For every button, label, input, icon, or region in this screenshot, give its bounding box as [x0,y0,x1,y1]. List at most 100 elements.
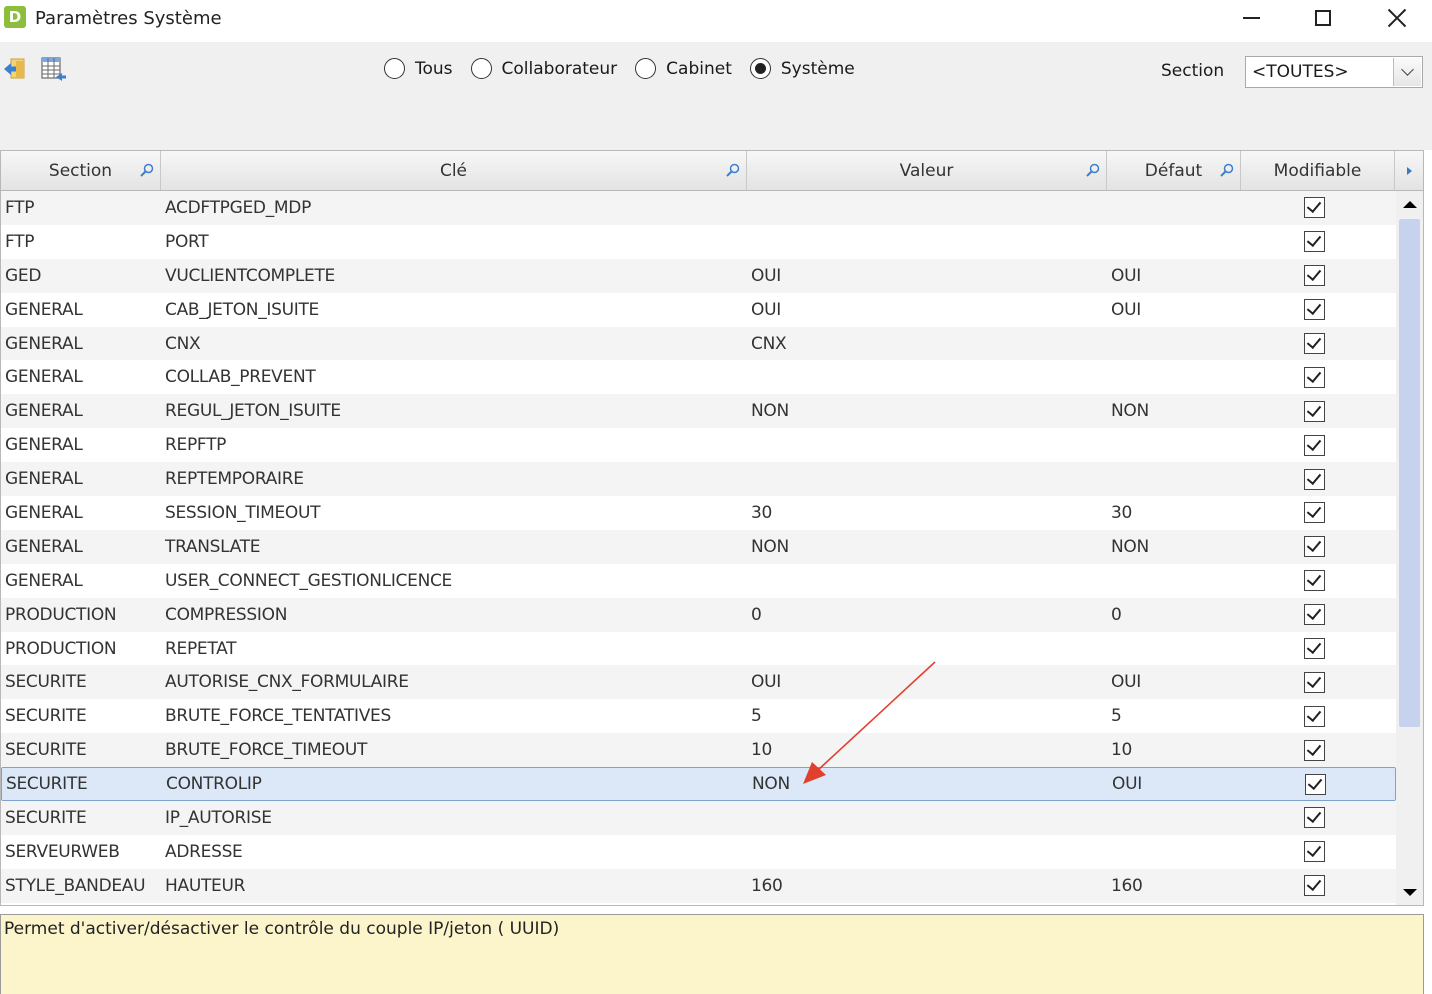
modifiable-checkbox[interactable] [1304,807,1325,829]
modifiable-checkbox[interactable] [1304,231,1325,253]
radio-tous[interactable]: Tous [384,58,453,79]
table-row[interactable]: SECURITE BRUTE_FORCE_TENTATIVES 5 5 [1,699,1396,734]
cell-cle: TRANSLATE [165,536,261,557]
cell-cle: AUTORISE_CNX_FORMULAIRE [165,672,409,693]
app-icon: D [4,6,26,28]
cell-cle: REPTEMPORAIRE [165,469,304,490]
dropdown-arrow-button[interactable] [1393,58,1421,86]
column-header-modifiable[interactable]: Modifiable [1241,151,1395,190]
radio-collaborateur[interactable]: Collaborateur [470,58,618,79]
cell-section: SECURITE [5,740,87,761]
modifiable-checkbox[interactable] [1304,299,1325,321]
cell-modifiable [1304,665,1325,699]
radio-button[interactable] [635,58,657,79]
column-header-cle[interactable]: Clé [161,151,747,190]
cell-modifiable [1304,225,1325,259]
table-row[interactable]: SECURITE IP_AUTORISE [1,801,1396,835]
cell-cle: VUCLIENTCOMPLETE [165,265,335,286]
section-dropdown-value: <TOUTES> [1252,62,1349,82]
table-row[interactable]: PRODUCTION COMPRESSION 0 0 [1,597,1396,632]
column-header-defaut[interactable]: Défaut [1107,151,1241,190]
window-title: Paramètres Système [35,8,222,29]
cell-modifiable [1304,327,1325,361]
cell-cle: COMPRESSION [165,604,288,625]
cell-cle: ACDFTPGED_MDP [165,197,312,218]
cell-cle: SESSION_TIMEOUT [165,502,321,523]
modifiable-checkbox[interactable] [1305,773,1326,795]
modifiable-checkbox[interactable] [1304,638,1325,660]
column-header-section[interactable]: Section [1,151,161,190]
radio-button[interactable] [384,58,405,79]
modifiable-checkbox[interactable] [1304,366,1325,388]
column-header-label: Clé [439,160,468,181]
column-search-icon[interactable] [1220,163,1234,177]
radio-label: Collaborateur [501,58,618,79]
table-row[interactable]: GENERAL REGUL_JETON_ISUITE NON NON [1,394,1396,429]
vertical-scrollbar[interactable] [1396,191,1423,905]
cell-valeur: NON [751,536,789,557]
radio-cabinet[interactable]: Cabinet [635,58,732,79]
modifiable-checkbox[interactable] [1304,604,1325,626]
table-row[interactable]: SERVEURWEB ADRESSE [1,834,1396,869]
cell-valeur: OUI [751,299,781,320]
radio-button[interactable] [470,58,492,79]
table-row-selected[interactable]: SECURITE CONTROLIP NON OUI [1,767,1396,802]
modifiable-checkbox[interactable] [1304,333,1325,354]
table-row[interactable]: GENERAL REPFTP [1,428,1396,463]
modifiable-checkbox[interactable] [1304,502,1325,524]
table-row[interactable]: GENERAL SESSION_TIMEOUT 30 30 [1,496,1396,530]
modifiable-checkbox[interactable] [1304,197,1325,219]
modifiable-checkbox[interactable] [1304,705,1325,727]
maximize-button[interactable] [1288,0,1358,36]
cell-modifiable [1304,733,1325,767]
cell-valeur: 10 [751,740,773,761]
minimize-button[interactable] [1216,0,1286,36]
table-row[interactable]: GENERAL CNX CNX [1,326,1396,361]
table-row[interactable]: GENERAL CAB_JETON_ISUITE OUI OUI [1,292,1396,327]
table-row[interactable]: FTP PORT [1,224,1396,259]
scroll-up-button[interactable] [1396,191,1423,217]
close-button[interactable] [1362,0,1432,36]
grid-export-icon[interactable] [40,56,66,82]
section-dropdown[interactable]: <TOUTES> [1245,56,1423,88]
radio-button-selected[interactable] [749,58,771,79]
modifiable-checkbox[interactable] [1304,875,1325,897]
cell-valeur: OUI [751,672,781,693]
cell-section: GENERAL [5,502,83,523]
modifiable-checkbox[interactable] [1304,400,1325,422]
radio-systeme[interactable]: Système [749,58,855,79]
table-row[interactable]: PRODUCTION REPETAT [1,631,1396,666]
table-row[interactable]: FTP ACDFTPGED_MDP [1,191,1396,225]
table-row[interactable]: GENERAL USER_CONNECT_GESTIONLICENCE [1,563,1396,598]
table-row[interactable]: GED VUCLIENTCOMPLETE OUI OUI [1,258,1396,293]
cell-section: GENERAL [5,333,83,354]
table-row[interactable]: STYLE_BANDEAU HAUTEUR 160 160 [1,868,1396,903]
table-row[interactable]: SECURITE AUTORISE_CNX_FORMULAIRE OUI OUI [1,665,1396,700]
column-search-icon[interactable] [726,163,740,177]
cell-section: FTP [5,231,35,252]
cell-defaut: 10 [1111,740,1133,761]
column-scroll-right-button[interactable] [1395,151,1423,190]
column-search-icon[interactable] [1086,163,1100,177]
exit-icon[interactable] [2,56,28,82]
modifiable-checkbox[interactable] [1304,739,1325,761]
table-row[interactable]: GENERAL COLLAB_PREVENT [1,360,1396,395]
table-row[interactable]: GENERAL REPTEMPORAIRE [1,462,1396,497]
modifiable-checkbox[interactable] [1304,671,1325,693]
scrollbar-thumb[interactable] [1399,219,1420,727]
table-row[interactable]: SECURITE BRUTE_FORCE_TIMEOUT 10 10 [1,733,1396,768]
modifiable-checkbox[interactable] [1304,841,1325,863]
column-search-icon[interactable] [140,163,154,177]
column-header-valeur[interactable]: Valeur [747,151,1107,190]
arrow-down-icon [1402,888,1417,896]
modifiable-checkbox[interactable] [1304,536,1325,558]
table-row[interactable]: GENERAL TRANSLATE NON NON [1,529,1396,564]
modifiable-checkbox[interactable] [1304,434,1325,456]
modifiable-checkbox[interactable] [1304,468,1325,490]
modifiable-checkbox[interactable] [1304,570,1325,592]
cell-valeur: 30 [751,502,773,523]
modifiable-checkbox[interactable] [1304,265,1325,287]
radio-label: Tous [415,58,453,79]
cell-cle: REGUL_JETON_ISUITE [165,401,341,422]
scroll-down-button[interactable] [1396,879,1423,905]
